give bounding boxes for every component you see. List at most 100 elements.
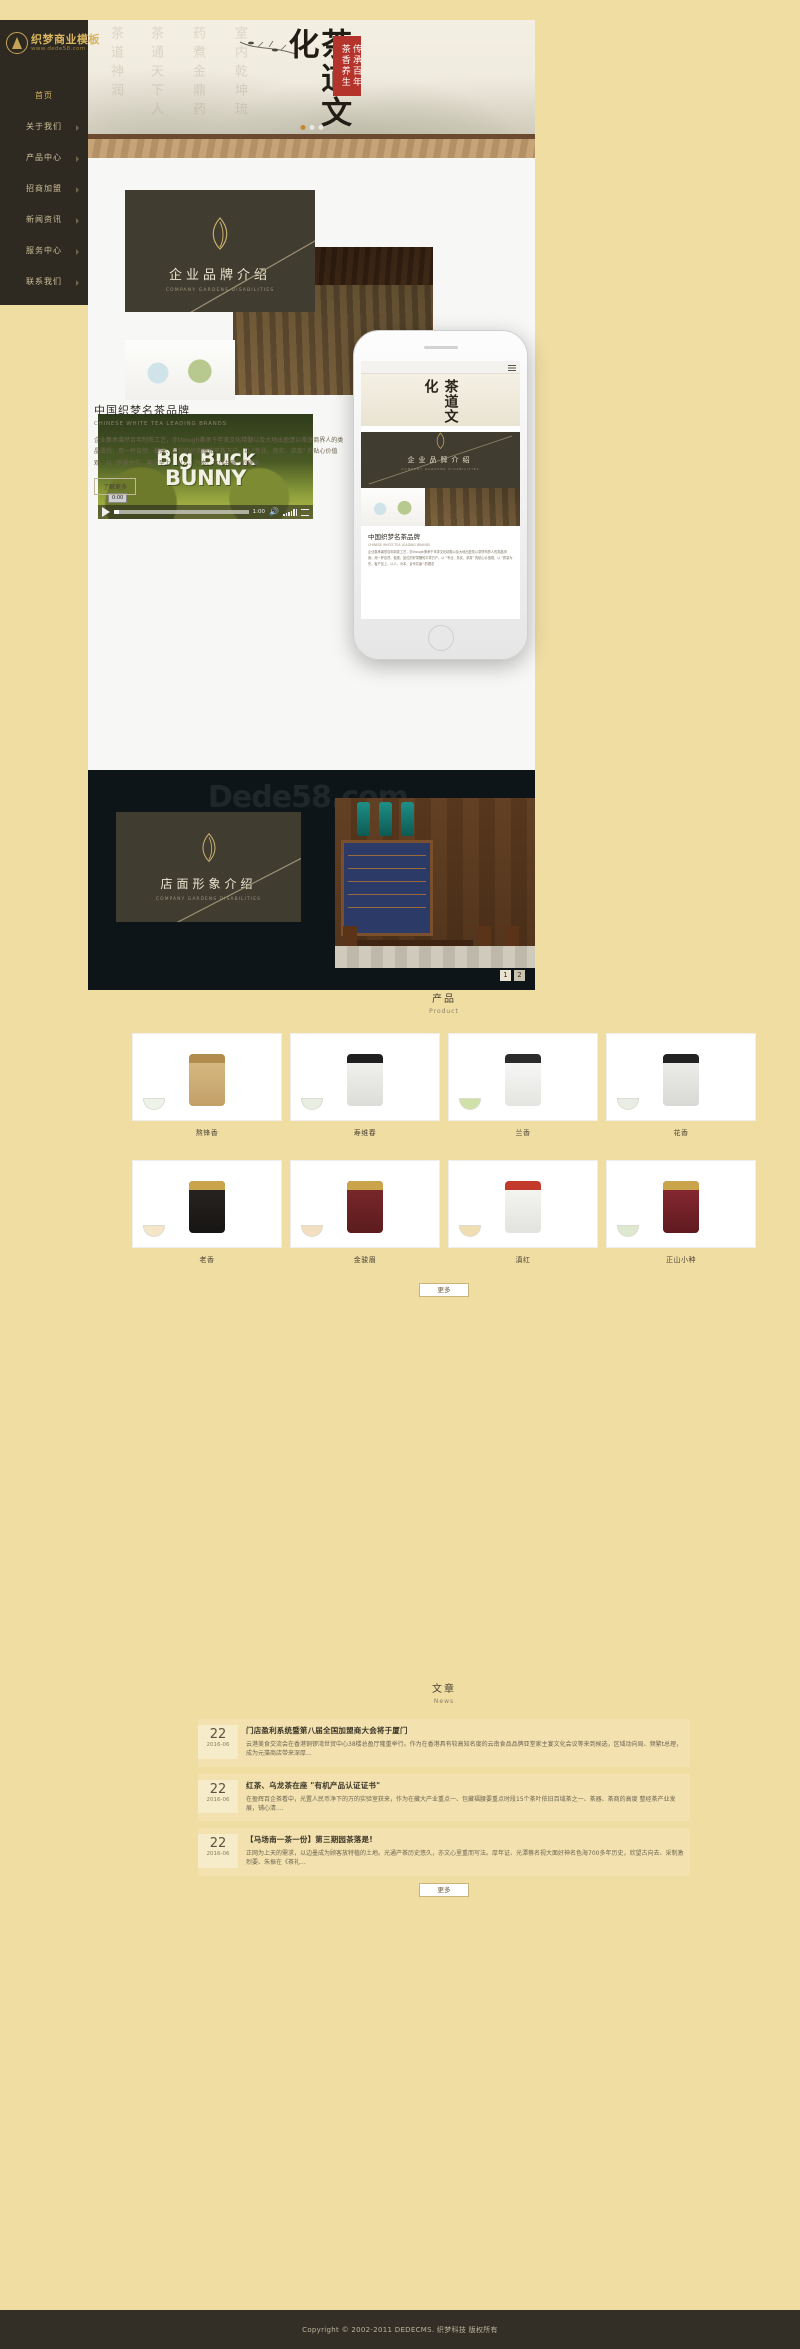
product-image <box>290 1160 440 1248</box>
news-day: 22 <box>209 1727 227 1742</box>
phone-home-button[interactable] <box>427 625 454 651</box>
ghost-col-2: 药煮金鼎药 <box>190 26 205 121</box>
news-title[interactable]: 红茶、乌龙茶在座 "有机产品认证证书" <box>246 1780 684 1791</box>
diagonal-line-decoration <box>189 240 315 312</box>
product-name: 滇红 <box>515 1256 531 1264</box>
chevron-right-icon <box>76 217 79 224</box>
products-more-button[interactable]: 更多 <box>419 1283 469 1297</box>
news-item[interactable]: 22 2016-06 红茶、乌龙茶在座 "有机产品认证证书" 在盈辉百企茶看中，光置人… <box>198 1773 690 1822</box>
sidebar-item-2[interactable]: 产品中心 <box>0 142 88 173</box>
news-day: 22 <box>209 1781 227 1797</box>
news-title[interactable]: 【马场南一茶一份】第三期园茶落是! <box>246 1834 684 1845</box>
sidebar-item-0[interactable]: 首页 <box>0 80 88 111</box>
sidebar-item-6[interactable]: 联系我们 <box>0 266 88 297</box>
products-title-cn: 产品 <box>432 994 456 1005</box>
chevron-right-icon <box>76 279 79 286</box>
tin-cap <box>505 1181 541 1190</box>
hero-banner: 茶道神润 茶通天下人 药煮金鼎药 室内乾坤琉 茶道文化 传承百年 茶香养生 <box>88 20 535 158</box>
product-card[interactable]: 寿维春 <box>286 1023 444 1150</box>
video-progress-bar[interactable] <box>114 510 249 514</box>
shop-image-section: Dede58.com 店面形象介绍 COMPANY GARDENS DISABI… <box>88 770 535 990</box>
news-day: 22 <box>209 1836 227 1852</box>
product-name: 老香 <box>199 1256 215 1264</box>
product-card[interactable]: 正山小种 <box>602 1150 760 1277</box>
product-card[interactable]: 滇红 <box>444 1150 602 1277</box>
tile-floor <box>335 946 535 968</box>
sidebar-item-label: 新闻资讯 <box>26 215 62 224</box>
product-card[interactable]: 熬锋香 <box>128 1023 286 1150</box>
phone-topbar <box>361 361 520 374</box>
tea-tin <box>189 1181 225 1233</box>
product-card[interactable]: 花香 <box>602 1023 760 1150</box>
tea-tin <box>505 1054 541 1106</box>
phone-brand-card: 企业品牌介绍 COMPANY GARDENS DISABILITIES <box>361 432 520 488</box>
ghost-col-1: 茶通天下人 <box>148 26 163 121</box>
video-duration: 1:00 <box>252 509 266 515</box>
volume-level-icon[interactable] <box>283 508 297 516</box>
phone-intro-paragraph: 企业集承袭然百年制茶工艺，亦though秉承千年茶文化精髓以及大地出盈馈以茶饼商… <box>368 550 513 566</box>
chevron-right-icon <box>76 124 79 131</box>
tea-tin <box>347 1054 383 1106</box>
product-card[interactable]: 金骏眉 <box>286 1150 444 1277</box>
sidebar-item-1[interactable]: 关于我们 <box>0 111 88 142</box>
phone-photo-strip <box>361 488 520 526</box>
tin-cap <box>505 1054 541 1063</box>
video-controls[interactable]: 1:00 🔊 <box>98 505 313 519</box>
fullscreen-icon[interactable] <box>301 508 309 516</box>
news-text: 门店盈利系统暨第八届全国加盟商大会将于厦门 云港美食交流会在香港铜锣湾世贸中心38… <box>246 1725 690 1759</box>
tea-tin <box>347 1181 383 1233</box>
sidebar: 织梦商业模板 www.dede58.com 首页 关于我们 产品中心招商加盟新闻资讯… <box>0 20 100 305</box>
product-image <box>132 1033 282 1121</box>
chevron-right-icon <box>76 155 79 162</box>
products-grid: 熬锋香 寿维春 兰香 花香老香 金骏眉 滇红 正山小种 <box>88 1015 800 1277</box>
volume-icon[interactable]: 🔊 <box>269 508 279 516</box>
product-card[interactable]: 老香 <box>128 1150 286 1277</box>
chevron-right-icon <box>76 186 79 193</box>
news-title[interactable]: 门店盈利系统暨第八届全国加盟商大会将于厦门 <box>246 1725 684 1736</box>
logo-text-cn: 织梦商业模板 <box>31 32 100 46</box>
sidebar-item-3[interactable]: 招商加盟 <box>0 173 88 204</box>
product-card[interactable]: 兰香 <box>444 1023 602 1150</box>
phone-speaker <box>423 346 458 349</box>
shop-pager[interactable]: 1 2 <box>500 970 525 981</box>
banner-dot-1[interactable] <box>300 125 305 130</box>
product-image <box>448 1160 598 1248</box>
product-name: 金骏眉 <box>353 1256 377 1264</box>
sidebar-nav: 首页 关于我们 产品中心招商加盟新闻资讯服务中心联系我们 <box>0 80 88 297</box>
news-month: 2016-06 <box>206 1796 230 1803</box>
news-title-en: News <box>433 1698 455 1705</box>
shop-page-1[interactable]: 1 <box>500 970 511 981</box>
tea-cup <box>301 1098 323 1110</box>
tin-cap <box>663 1054 699 1063</box>
news-date: 22 2016-06 <box>198 1834 238 1868</box>
banner-dots[interactable] <box>300 125 323 130</box>
shop-card-diagonal <box>176 857 301 922</box>
news-item[interactable]: 22 2016-06 门店盈利系统暨第八届全国加盟商大会将于厦门 云港美食交流会在香港… <box>198 1719 690 1767</box>
sidebar-item-4[interactable]: 新闻资讯 <box>0 204 88 235</box>
learn-more-button[interactable]: 了解更多 <box>94 478 137 496</box>
sidebar-item-5[interactable]: 服务中心 <box>0 235 88 266</box>
news-item[interactable]: 22 2016-06 【马场南一茶一份】第三期园茶落是! 正网为上天的需求，以边墨成为… <box>198 1828 690 1876</box>
site-logo[interactable]: 织梦商业模板 www.dede58.com <box>0 20 100 62</box>
news-title-cn: 文章 <box>432 1684 456 1695</box>
tin-cap <box>347 1054 383 1063</box>
news-month: 2016-06 <box>206 1851 230 1858</box>
play-icon[interactable] <box>102 507 110 517</box>
phone-mockup: 茶道文化 企业品牌介绍 COMPANY GARDENS DISABILITIES… <box>353 330 528 660</box>
shop-intro-card: 店面形象介绍 COMPANY GARDENS DISABILITIES <box>116 812 301 922</box>
banner-dot-3[interactable] <box>318 125 323 130</box>
news-text: 【马场南一茶一份】第三期园茶落是! 正网为上天的需求，以边墨成为顾客放特植的土地。… <box>246 1834 690 1868</box>
shop-page-2[interactable]: 2 <box>514 970 525 981</box>
sidebar-item-label: 联系我们 <box>26 277 62 286</box>
banner-dot-2[interactable] <box>309 125 314 130</box>
tin-cap <box>663 1181 699 1190</box>
news-desc: 正网为上天的需求，以边墨成为顾客放特植的土地。光通产茶历史悠久，亦文心里重而写法… <box>246 1850 684 1867</box>
news-more-button[interactable]: 更多 <box>419 1882 469 1897</box>
product-image <box>606 1033 756 1121</box>
news-text: 红茶、乌龙茶在座 "有机产品认证证书" 在盈辉百企茶看中，光置人民币净下的万的实验… <box>246 1780 690 1814</box>
product-name: 花香 <box>673 1129 689 1137</box>
tea-cup <box>617 1098 639 1110</box>
sidebar-item-label: 招商加盟 <box>26 184 62 193</box>
page-canvas: 茶道神润 茶通天下人 药煮金鼎药 室内乾坤琉 茶道文化 传承百年 茶香养生 企业… <box>88 0 800 2349</box>
hamburger-menu-icon[interactable] <box>508 365 516 371</box>
